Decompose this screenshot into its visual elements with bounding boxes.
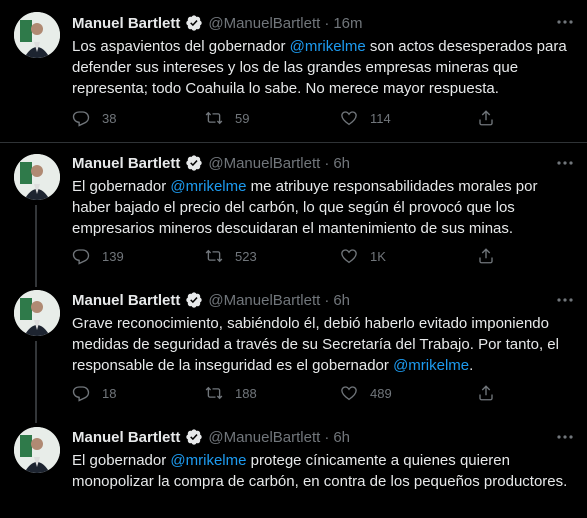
tweet-header: Manuel Bartlett @ManuelBartlett · 6h bbox=[72, 290, 350, 310]
more-icon[interactable] bbox=[555, 427, 575, 447]
avatar[interactable] bbox=[14, 154, 60, 200]
retweet-count: 188 bbox=[235, 385, 257, 401]
author-handle[interactable]: @ManuelBartlett bbox=[208, 15, 320, 32]
tweet[interactable]: Manuel Bartlett @ManuelBartlett · 6h El … bbox=[0, 415, 587, 518]
tweet-header: Manuel Bartlett @ManuelBartlett · 6h bbox=[72, 427, 350, 447]
separator: · bbox=[324, 14, 330, 32]
share-button[interactable] bbox=[477, 109, 495, 132]
like-button[interactable]: 114 bbox=[340, 109, 391, 127]
tweet-text: Los aspavientos del gobernador @mrikelme… bbox=[72, 36, 577, 99]
mention-link[interactable]: @mrikelme bbox=[290, 38, 366, 55]
tweet-text-part: El gobernador bbox=[72, 178, 171, 195]
tweet-text-part: El gobernador bbox=[72, 452, 171, 469]
reply-button[interactable]: 18 bbox=[72, 384, 116, 402]
reply-count: 139 bbox=[102, 248, 124, 264]
tweet[interactable]: Manuel Bartlett @ManuelBartlett · 16m Lo… bbox=[0, 0, 587, 142]
reply-icon bbox=[72, 249, 90, 265]
author-name[interactable]: Manuel Bartlett bbox=[72, 292, 180, 309]
tweet-header: Manuel Bartlett @ManuelBartlett · 16m bbox=[72, 13, 363, 33]
tweet-actions: 18 188 489 bbox=[72, 384, 512, 404]
separator: · bbox=[324, 428, 330, 446]
retweet-icon bbox=[205, 249, 223, 263]
author-handle[interactable]: @ManuelBartlett bbox=[208, 292, 320, 309]
verified-badge-icon bbox=[185, 14, 203, 32]
mention-link[interactable]: @mrikelme bbox=[170, 178, 246, 195]
retweet-icon bbox=[205, 386, 223, 400]
like-button[interactable]: 1K bbox=[340, 247, 386, 265]
share-icon bbox=[479, 110, 493, 126]
like-button[interactable]: 489 bbox=[340, 384, 392, 402]
author-name[interactable]: Manuel Bartlett bbox=[72, 155, 180, 172]
avatar[interactable] bbox=[14, 12, 60, 58]
tweet-text-part: Grave reconocimiento, sabiéndolo él, deb… bbox=[72, 315, 559, 374]
like-count: 114 bbox=[370, 110, 391, 126]
tweet-feed: Manuel Bartlett @ManuelBartlett · 16m Lo… bbox=[0, 0, 587, 518]
author-name[interactable]: Manuel Bartlett bbox=[72, 15, 180, 32]
like-icon bbox=[341, 111, 357, 126]
more-icon[interactable] bbox=[555, 290, 575, 310]
like-count: 489 bbox=[370, 385, 392, 401]
more-icon[interactable] bbox=[555, 12, 575, 32]
author-name[interactable]: Manuel Bartlett bbox=[72, 429, 180, 446]
verified-badge-icon bbox=[185, 428, 203, 446]
tweet[interactable]: Manuel Bartlett @ManuelBartlett · 6h Gra… bbox=[0, 279, 587, 415]
tweet[interactable]: Manuel Bartlett @ManuelBartlett · 6h El … bbox=[0, 143, 587, 279]
mention-link[interactable]: @mrikelme bbox=[393, 357, 469, 374]
tweet-text-part: Los aspavientos del gobernador bbox=[72, 38, 290, 55]
reply-button[interactable]: 38 bbox=[72, 109, 116, 127]
timestamp[interactable]: 6h bbox=[333, 292, 350, 309]
reply-count: 18 bbox=[102, 385, 117, 401]
author-handle[interactable]: @ManuelBartlett bbox=[208, 429, 320, 446]
share-button[interactable] bbox=[477, 384, 495, 407]
retweet-count: 523 bbox=[235, 248, 257, 264]
retweet-count: 59 bbox=[235, 110, 250, 126]
more-icon[interactable] bbox=[555, 153, 575, 173]
share-icon bbox=[479, 248, 493, 264]
tweet-text: El gobernador @mrikelme me atribuye resp… bbox=[72, 176, 577, 239]
retweet-icon bbox=[205, 111, 223, 125]
tweet-text-part: . bbox=[469, 357, 474, 374]
tweet-actions: 139 523 1K bbox=[72, 247, 512, 267]
reply-button[interactable]: 139 bbox=[72, 247, 124, 265]
tweet-actions: 38 59 114 bbox=[72, 109, 512, 129]
timestamp[interactable]: 6h bbox=[333, 429, 350, 446]
verified-badge-icon bbox=[185, 154, 203, 172]
like-count: 1K bbox=[370, 248, 386, 264]
separator: · bbox=[324, 291, 330, 309]
verified-badge-icon bbox=[185, 291, 203, 309]
retweet-button[interactable]: 59 bbox=[205, 109, 249, 127]
like-icon bbox=[341, 249, 357, 264]
reply-count: 38 bbox=[102, 110, 117, 126]
tweet-text: El gobernador @mrikelme protege cínicame… bbox=[72, 450, 577, 492]
like-icon bbox=[341, 386, 357, 401]
mention-link[interactable]: @mrikelme bbox=[170, 452, 246, 469]
author-handle[interactable]: @ManuelBartlett bbox=[208, 155, 320, 172]
retweet-button[interactable]: 523 bbox=[205, 247, 257, 265]
avatar[interactable] bbox=[14, 427, 60, 473]
timestamp[interactable]: 16m bbox=[333, 15, 362, 32]
avatar[interactable] bbox=[14, 290, 60, 336]
reply-icon bbox=[72, 111, 90, 127]
tweet-text: Grave reconocimiento, sabiéndolo él, deb… bbox=[72, 313, 577, 376]
separator: · bbox=[324, 154, 330, 172]
timestamp[interactable]: 6h bbox=[333, 155, 350, 172]
reply-icon bbox=[72, 386, 90, 402]
retweet-button[interactable]: 188 bbox=[205, 384, 257, 402]
tweet-header: Manuel Bartlett @ManuelBartlett · 6h bbox=[72, 153, 350, 173]
share-button[interactable] bbox=[477, 247, 495, 270]
share-icon bbox=[479, 385, 493, 401]
